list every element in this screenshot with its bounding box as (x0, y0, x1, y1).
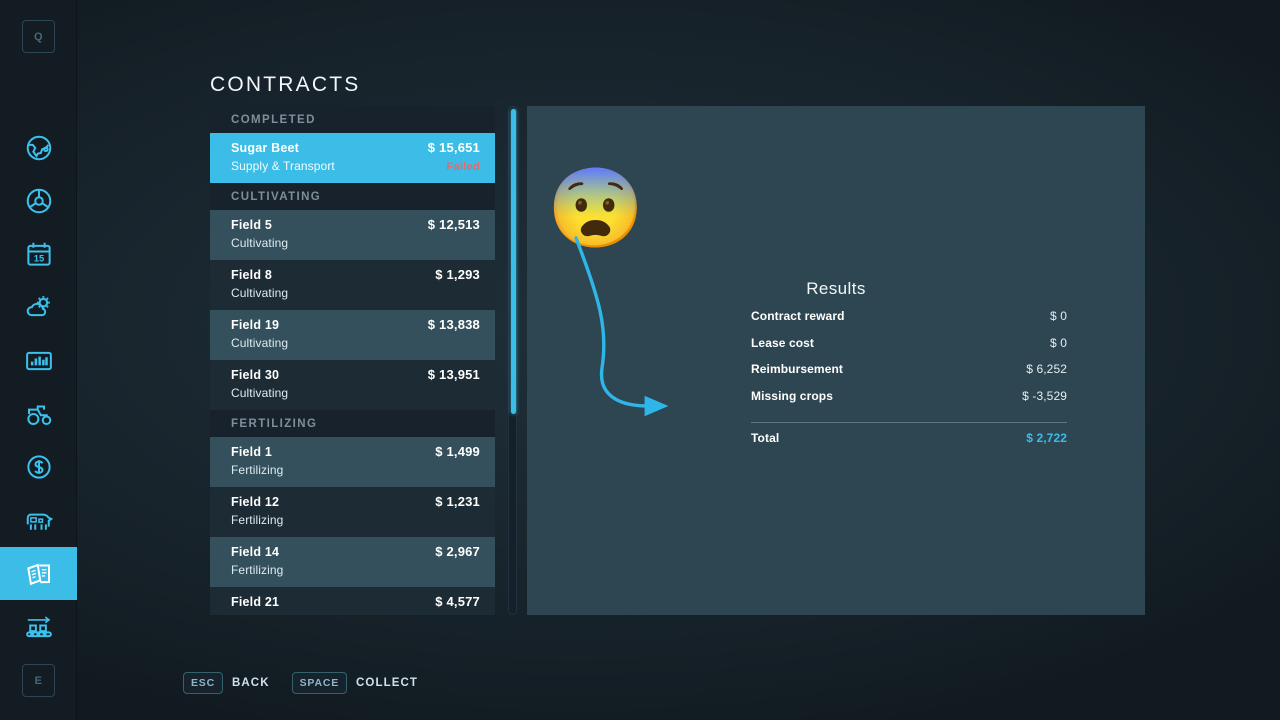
contract-row[interactable]: Field 19 $ 13,838 Cultivating (210, 310, 495, 360)
contract-row-price: $ 2,967 (435, 544, 480, 559)
contract-row[interactable]: Field 5 $ 12,513 Cultivating (210, 210, 495, 260)
results-total-row: Total $ 2,722 (751, 431, 1067, 458)
sidebar-item-statistics[interactable] (0, 334, 77, 387)
contract-row-price: $ 4,577 (435, 594, 480, 609)
contract-row-name: Field 12 (231, 495, 280, 509)
contracts-scrollbar[interactable] (508, 106, 517, 615)
contract-row-subtitle: Cultivating (231, 386, 289, 400)
results-divider (751, 422, 1067, 424)
contract-row-price: $ 15,651 (427, 140, 480, 155)
calendar-day-label: 15 (33, 253, 43, 263)
help-key: SPACE (291, 672, 348, 694)
help-label: COLLECT (356, 677, 419, 689)
contract-row-subtitle: Fertilizing (231, 613, 283, 615)
results-total-value: $ 2,722 (1026, 431, 1067, 446)
contract-row-price: $ 1,231 (435, 494, 480, 509)
contract-row[interactable]: Field 8 $ 1,293 Cultivating (210, 260, 495, 310)
contract-row-price: $ 1,499 (435, 444, 480, 459)
contract-row-status: Failed (446, 161, 480, 173)
contract-detail-panel: Results Contract reward $ 0 Lease cost $ 0 R… (527, 106, 1145, 615)
contract-row-name: Field 14 (231, 545, 280, 559)
results-row-value: $ 0 (1050, 309, 1067, 323)
results-row-label: Contract reward (751, 309, 845, 323)
contract-row-name: Field 30 (231, 368, 280, 382)
contract-row-subtitle: Fertilizing (231, 513, 284, 527)
contract-row-name: Field 21 (231, 595, 280, 609)
sidebar-item-map[interactable] (0, 121, 77, 174)
contract-row-name: Field 8 (231, 268, 272, 282)
contracts-list[interactable]: COMPLETED Sugar Beet $ 15,651 Supply & Tran… (210, 106, 495, 615)
sidebar-item-tractor[interactable] (0, 387, 77, 440)
contract-row[interactable]: Field 30 $ 13,951 Cultivating (210, 360, 495, 410)
results-total-label: Total (751, 431, 780, 446)
sidebar-item-finances[interactable] (0, 440, 77, 493)
sidebar-item-contracts[interactable] (0, 547, 77, 600)
help-bar: ESC BACK SPACE COLLECT (183, 672, 418, 694)
contract-row[interactable]: Field 14 $ 2,967 Fertilizing (210, 537, 495, 587)
contract-row-price: $ 13,951 (427, 367, 480, 382)
results-title: Results (806, 279, 866, 298)
key-hint-e: E (22, 664, 55, 697)
results-row: Lease cost $ 0 (751, 336, 1067, 363)
results-row-label: Missing crops (751, 388, 833, 403)
contract-row-name: Field 5 (231, 218, 272, 232)
main-content: CONTRACTS COMPLETED Sugar Beet $ 15,651 Sup… (77, 0, 1280, 720)
left-sidebar: Q 15 E (0, 0, 77, 720)
contract-row-price: $ 13,838 (427, 317, 480, 332)
contract-row[interactable]: Field 1 $ 1,499 Fertilizing (210, 437, 495, 487)
sidebar-item-calendar[interactable]: 15 (0, 227, 77, 280)
contract-row-subtitle: Cultivating (231, 336, 289, 350)
contract-row-price: $ 1,293 (435, 267, 480, 282)
help-key: ESC (183, 672, 223, 694)
results-row-value: $ 6,252 (1026, 362, 1067, 377)
contracts-group-header: CULTIVATING (210, 183, 495, 210)
sidebar-item-production[interactable] (0, 601, 77, 654)
contract-row-price: $ 12,513 (427, 217, 480, 232)
key-hint-q: Q (22, 20, 55, 53)
results-table: Contract reward $ 0 Lease cost $ 0 Reimburse… (751, 309, 1067, 458)
sidebar-item-weather[interactable] (0, 280, 77, 333)
contract-row-subtitle: Cultivating (231, 236, 289, 250)
contract-row-subtitle: Cultivating (231, 286, 289, 300)
results-row-label: Lease cost (751, 335, 815, 350)
contract-row-name: Field 1 (231, 445, 272, 459)
results-row: Contract reward $ 0 (751, 309, 1067, 336)
contracts-scrollbar-thumb[interactable] (511, 109, 516, 414)
contracts-group-header: COMPLETED (210, 106, 495, 133)
results-row-value: $ -3,529 (1022, 388, 1067, 403)
help-label: BACK (232, 677, 270, 689)
contract-row[interactable]: Sugar Beet $ 15,651 Supply & Transport Fail… (210, 133, 495, 183)
help-item[interactable]: SPACE COLLECT (291, 672, 419, 694)
results-row-label: Reimbursement (751, 362, 843, 377)
page-title: CONTRACTS (210, 73, 361, 96)
sidebar-item-vehicles[interactable] (0, 174, 77, 227)
contract-row[interactable]: Field 12 $ 1,231 Fertilizing (210, 487, 495, 537)
contract-row[interactable]: Field 21 $ 4,577 Fertilizing (210, 587, 495, 615)
results-row: Missing crops $ -3,529 (751, 389, 1067, 416)
contract-row-subtitle: Fertilizing (231, 463, 284, 477)
sidebar-item-animals[interactable] (0, 494, 77, 547)
contract-row-subtitle: Supply & Transport (231, 159, 335, 173)
contract-row-subtitle: Fertilizing (231, 563, 284, 577)
results-row: Reimbursement $ 6,252 (751, 362, 1067, 389)
results-row-value: $ 0 (1050, 335, 1067, 350)
contract-row-name: Sugar Beet (231, 141, 299, 155)
contracts-group-header: FERTILIZING (210, 410, 495, 437)
contract-row-name: Field 19 (231, 318, 280, 332)
help-item[interactable]: ESC BACK (183, 672, 270, 694)
